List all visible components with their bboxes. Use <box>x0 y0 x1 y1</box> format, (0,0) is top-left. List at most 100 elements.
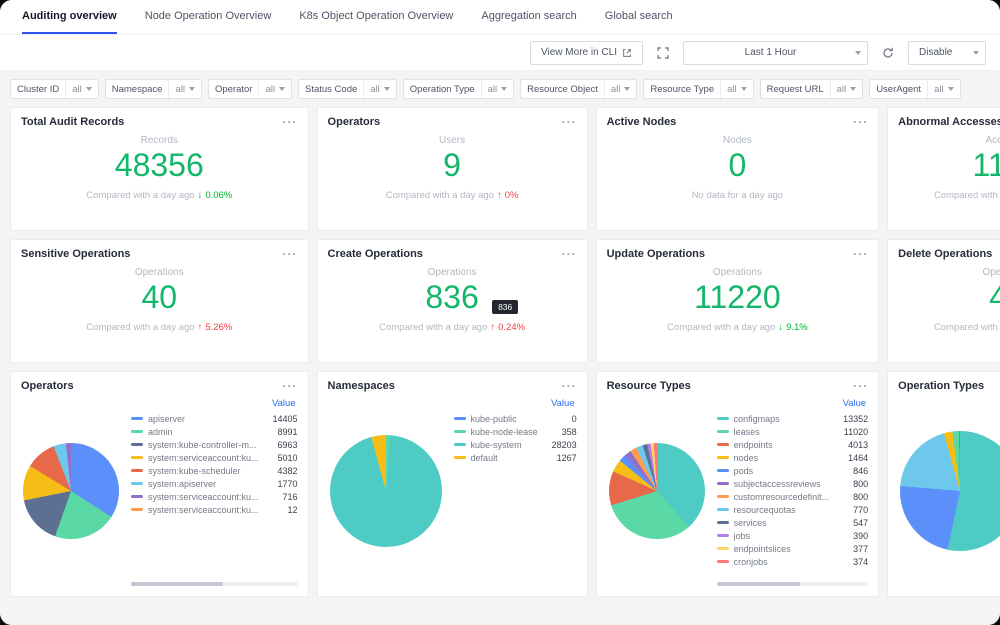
legend-label: admin <box>148 426 173 437</box>
filter-status-code: Status Code all <box>297 79 397 99</box>
stat-card-operators: Operators Users 9 Compared with a day ag… <box>316 107 588 231</box>
legend-item[interactable]: leases 11020 <box>716 425 869 438</box>
filter-value-select[interactable]: all <box>603 80 637 98</box>
filter-namespace: Namespace all <box>104 79 202 99</box>
stat-card-total-audit-records: Total Audit Records Records 48356 Compar… <box>10 107 309 231</box>
filter-value-select[interactable]: all <box>720 80 753 98</box>
legend-item[interactable]: jobs 390 <box>716 529 868 542</box>
fullscreen-icon[interactable] <box>651 41 675 65</box>
legend-item[interactable]: system:kube-scheduler 4382 <box>131 464 298 477</box>
legend-value: 11020 <box>843 426 869 437</box>
more-menu-button[interactable] <box>562 116 577 128</box>
legend-swatch <box>716 521 729 524</box>
stat-card-delete-operations: Delete Operations Operations 40 Compared… <box>887 239 1000 363</box>
disable-select[interactable]: Disable <box>908 40 986 65</box>
filter-value-select[interactable]: all <box>363 80 396 98</box>
filter-value-select[interactable]: all <box>168 80 201 98</box>
view-more-cli-button[interactable]: View More in CLI <box>530 40 643 65</box>
legend-label: subjectaccessreviews <box>733 478 821 489</box>
legend-swatch <box>716 482 729 485</box>
legend-label: services <box>733 517 767 528</box>
filter-value-select[interactable]: all <box>927 80 960 98</box>
scrollbar-thumb[interactable] <box>716 582 800 586</box>
chevron-down-icon <box>383 87 390 91</box>
legend-item[interactable]: cronjobs 374 <box>716 555 868 568</box>
stat-value: 9 <box>443 147 461 183</box>
compare-text: Compared with a day ago ↑ 0.24% <box>379 321 526 333</box>
pie-chart[interactable] <box>900 431 1000 551</box>
tab-global-search[interactable]: Global search <box>605 0 673 34</box>
card-title: Active Nodes <box>606 116 677 128</box>
legend-item[interactable]: system:kube-controller-m... 6963 <box>131 438 298 451</box>
pie-chart[interactable] <box>329 435 442 547</box>
compare-text: Compared with a day ago ↑ 0% <box>385 189 519 201</box>
legend-label: endpointslices <box>733 543 791 554</box>
legend-item[interactable]: subjectaccessreviews 800 <box>716 477 868 490</box>
legend-swatch <box>716 443 729 446</box>
more-menu-button[interactable] <box>853 248 868 260</box>
legend-item[interactable]: nodes 1464 <box>716 451 868 464</box>
legend-item[interactable]: endpoints 4013 <box>716 438 868 451</box>
more-menu-button[interactable] <box>283 380 298 392</box>
pie-chart[interactable] <box>23 443 119 539</box>
filter-value-select[interactable]: all <box>65 80 98 98</box>
card-title: Resource Types <box>606 380 691 392</box>
legend-value-header[interactable]: Value <box>131 398 298 412</box>
more-menu-button[interactable] <box>562 380 577 392</box>
cards-grid: Total Audit Records Records 48356 Compar… <box>10 107 1000 597</box>
stat-value: 836 <box>425 279 479 315</box>
legend-item[interactable]: system:serviceaccount:ku... 12 <box>131 503 298 516</box>
filter-resource-type: Resource Type all <box>643 79 754 99</box>
legend-item[interactable]: customresourcedefinit... 800 <box>716 490 868 503</box>
legend-item[interactable]: apiserver 14405 <box>131 412 298 425</box>
legend-item[interactable]: endpointslices 377 <box>716 542 868 555</box>
legend-item[interactable]: kube-system 28203 <box>453 438 577 451</box>
legend-item[interactable]: configmaps 13352 <box>716 412 868 425</box>
more-menu-button[interactable] <box>562 248 577 260</box>
stat-card-abnormal-accesses: Abnormal Accesses Accesses 1160 Compared… <box>887 107 1000 231</box>
filter-resource-object: Resource Object all <box>520 79 638 99</box>
stat-unit-label: Operations <box>982 267 1000 278</box>
legend-item[interactable]: pods 846 <box>716 464 868 477</box>
tab-k8s-object-operation-overview[interactable]: K8s Object Operation Overview <box>299 0 453 34</box>
legend-item[interactable]: admin 8991 <box>131 425 298 438</box>
legend-item[interactable]: default 1267 <box>453 451 577 464</box>
chevron-down-icon <box>947 87 954 91</box>
chart-card-operation-types: Operation Types Value get25791update1112… <box>887 371 1000 597</box>
legend-value: 5010 <box>277 452 298 463</box>
legend-value: 716 <box>282 491 298 502</box>
time-range-select[interactable]: Last 1 Hour <box>683 40 868 65</box>
trend-up-icon: ↑ <box>197 321 203 333</box>
more-menu-button[interactable] <box>283 116 298 128</box>
tab-auditing-overview[interactable]: Auditing overview <box>22 0 117 34</box>
filter-value-select[interactable]: all <box>480 80 514 98</box>
legend-item[interactable]: kube-node-lease 358 <box>453 425 577 438</box>
filter-value-select[interactable]: all <box>829 80 863 98</box>
legend-value-header[interactable]: Value <box>717 398 869 412</box>
time-range-value: Last 1 Hour <box>744 47 797 58</box>
legend-value-header[interactable]: Value <box>454 398 577 412</box>
legend-item[interactable]: system:apiserver 1770 <box>131 477 298 490</box>
filter-label: Operator <box>214 83 253 95</box>
legend-item[interactable]: services 547 <box>716 516 868 529</box>
chart-card-namespaces: Namespaces Value kube-public0kube-node-l… <box>316 371 588 597</box>
filter-value-select[interactable]: all <box>258 80 291 98</box>
tab-node-operation-overview[interactable]: Node Operation Overview <box>145 0 272 34</box>
card-title: Operators <box>327 116 381 128</box>
more-menu-button[interactable] <box>283 248 298 260</box>
legend-swatch <box>716 469 729 472</box>
legend-item[interactable]: kube-public 0 <box>453 412 577 425</box>
pie-chart[interactable] <box>608 443 705 539</box>
tab-aggregation-search[interactable]: Aggregation search <box>481 0 576 34</box>
legend-item[interactable]: resourcequotas 770 <box>716 503 868 516</box>
card-title: Namespaces <box>327 380 395 392</box>
refresh-icon[interactable] <box>876 41 900 65</box>
legend-item[interactable]: system:serviceaccount:ku... 716 <box>131 490 298 503</box>
more-menu-button[interactable] <box>853 380 868 392</box>
toolbar: View More in CLI Last 1 Hour Disable <box>0 35 1000 71</box>
legend-label: jobs <box>733 530 751 541</box>
more-menu-button[interactable] <box>853 116 868 128</box>
legend-item[interactable]: system:serviceaccount:ku... 5010 <box>131 451 298 464</box>
scrollbar-thumb[interactable] <box>131 582 223 586</box>
legend-swatch <box>131 443 143 446</box>
